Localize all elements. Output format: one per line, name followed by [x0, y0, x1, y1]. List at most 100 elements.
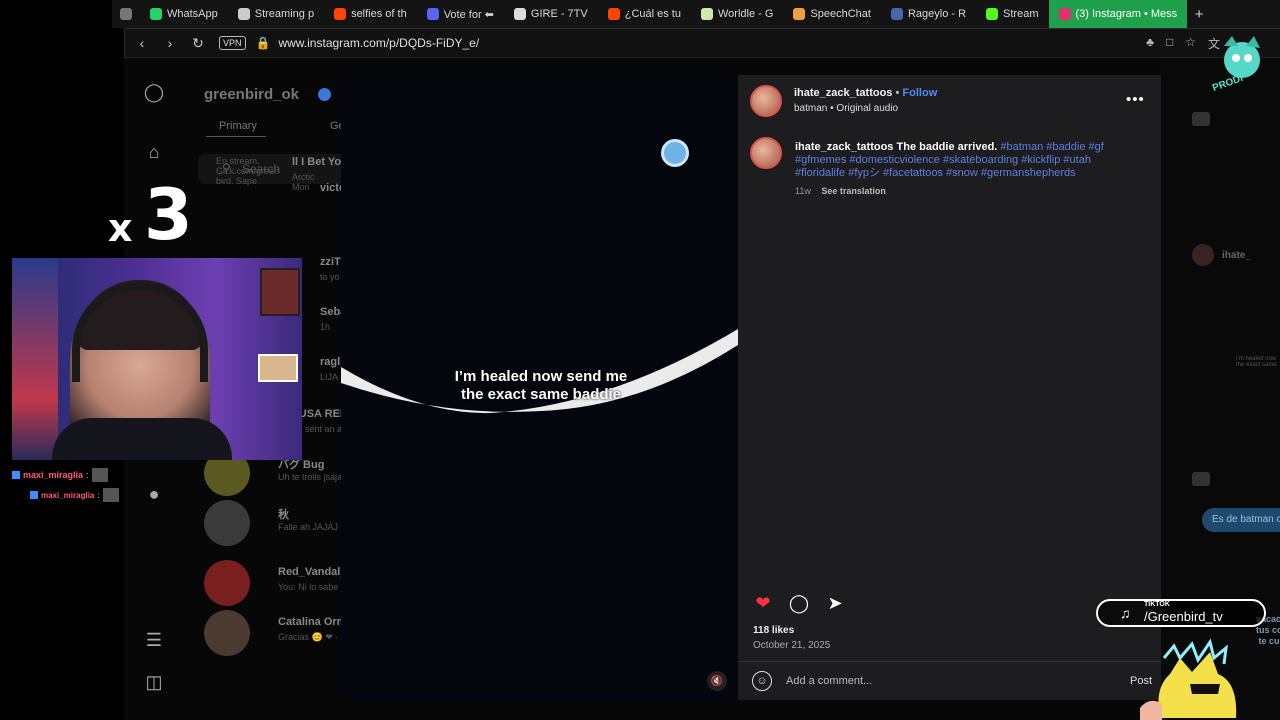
- dog-photo: [258, 354, 298, 382]
- tab-streamelements[interactable]: Streaming p: [228, 0, 324, 28]
- right-snippet: I'm healed now the exact same: [1236, 356, 1277, 368]
- author-username[interactable]: ihate_zack_tattoos: [794, 87, 892, 99]
- counter-x: x: [108, 206, 133, 250]
- ambient-light: [12, 258, 58, 460]
- screen: WhatsApp Streaming p selfies of th Vote for…: [0, 0, 1280, 720]
- right-username: ihate_: [1222, 250, 1251, 261]
- reload-icon[interactable]: ↻: [187, 32, 209, 54]
- reddit-icon: [607, 8, 620, 20]
- emoji-icon[interactable]: ☺: [752, 671, 772, 691]
- post-date: October 21, 2025: [753, 640, 831, 651]
- likes-count[interactable]: 118 likes: [753, 625, 794, 636]
- see-translation-link[interactable]: See translation: [821, 186, 886, 196]
- new-tab-button[interactable]: +: [1187, 0, 1211, 28]
- tab-label: (3) Instagram • Mess: [1075, 8, 1178, 20]
- chat-username: maxi_miraglia: [23, 470, 84, 480]
- speechchat-icon: [793, 8, 806, 20]
- mascot-bottom-right: [1140, 638, 1237, 720]
- tab-instagram[interactable]: (3) Instagram • Mess: [1048, 0, 1188, 28]
- share-icon[interactable]: ➤: [824, 592, 846, 614]
- address-bar[interactable]: 🔒 www.instagram.com/p/DQDs-FiDY_e/: [256, 36, 480, 50]
- mascot-spikes: [1162, 638, 1228, 665]
- post-modal: I’m healed now send me the exact same ba…: [341, 75, 1161, 700]
- avatar: [204, 560, 250, 606]
- post-actions: ❤ ◯ ➤: [752, 592, 846, 614]
- chat-sep: :: [86, 470, 89, 480]
- dm-row[interactable]: Catalina Ormae Gracias 😊 ❤ · 4h: [140, 610, 359, 658]
- follow-button[interactable]: Follow: [902, 87, 937, 99]
- dm-snippet: 1h: [320, 322, 331, 332]
- screenshot-icon[interactable]: □: [1166, 35, 1173, 52]
- reddit-icon: [334, 8, 347, 20]
- audio-label[interactable]: batman • Original audio: [794, 103, 898, 114]
- more-apps-icon[interactable]: ◫: [142, 672, 166, 696]
- caption-avatar[interactable]: [750, 137, 782, 169]
- back-icon[interactable]: ‹: [131, 32, 153, 54]
- tab-globe[interactable]: Worldle - G: [691, 0, 783, 28]
- mascot-head: [1224, 42, 1260, 78]
- tab-speechchat[interactable]: SpeechChat: [783, 0, 881, 28]
- browser-tab-bar: WhatsApp Streaming p selfies of th Vote for…: [112, 0, 1280, 28]
- tab-reddit[interactable]: ¿Cuál es tu: [598, 0, 691, 28]
- dm-name: 秋: [278, 509, 289, 521]
- caption-meta: 11w See translation: [795, 186, 894, 196]
- tiktok-label: TIKTOK: [1144, 601, 1170, 608]
- mute-icon[interactable]: 🔇: [707, 671, 727, 691]
- comment-icon[interactable]: ◯: [788, 592, 810, 614]
- dm-username[interactable]: greenbird_ok: [204, 86, 299, 103]
- like-heart-icon[interactable]: ❤: [752, 592, 774, 614]
- caption-age: 11w: [795, 186, 811, 196]
- chat-username: maxi_miraglia: [41, 490, 95, 500]
- caption-username[interactable]: ihate_zack_tattoos: [795, 141, 893, 153]
- post-caption: ihate_zack_tattoos The baddie arrived. #…: [795, 141, 1135, 180]
- tab-avatar[interactable]: Rageylo - R: [881, 0, 976, 28]
- mascot-glasses: [1190, 684, 1220, 694]
- tab-reddit[interactable]: selfies of th: [324, 0, 417, 28]
- tab-label: Worldle - G: [717, 8, 774, 20]
- pin-icon[interactable]: ♣: [1146, 35, 1154, 52]
- tab-vote[interactable]: Vote for ⬅: [417, 0, 504, 28]
- globe-icon: [700, 8, 713, 20]
- tab-label: GIRE - 7TV: [530, 8, 588, 20]
- url-text: www.instagram.com/p/DQDs-FiDY_e/: [278, 36, 480, 50]
- tiktok-badge: ♫ TIKTOK /Greenbird_tv: [1096, 599, 1266, 627]
- tab-label: selfies of th: [351, 8, 407, 20]
- browser-toolbar: ‹ › ↻ VPN 🔒 www.instagram.com/p/DQDs-FiD…: [124, 28, 1280, 58]
- comment-input[interactable]: Add a comment...: [786, 675, 872, 687]
- dm-snippet: to yo: [320, 272, 340, 282]
- video-caption-line-2: the exact same baddie: [460, 386, 622, 403]
- loading-icon: [661, 139, 689, 167]
- forward-icon[interactable]: ›: [159, 32, 181, 54]
- chat-line: maxi_miraglia :: [12, 468, 119, 482]
- dm-row[interactable]: 秋 Falle ah JAJAJ · 3: [140, 500, 351, 548]
- dm-snippet: Uh te trolls jsajaj ·: [278, 472, 350, 482]
- instagram-logo-icon[interactable]: ◯: [142, 82, 166, 106]
- vpn-badge[interactable]: VPN: [219, 36, 246, 50]
- dm-row[interactable]: Red_Vandal_Art You: Ni lo sabe ju: [140, 560, 362, 608]
- counter-number: 3: [144, 174, 193, 256]
- tab-whatsapp[interactable]: WhatsApp: [140, 0, 228, 28]
- more-options-icon[interactable]: •••: [1126, 91, 1145, 108]
- tab-kick[interactable]: Stream: [976, 0, 1048, 28]
- lock-icon: 🔒: [255, 36, 271, 50]
- window-icon: [120, 8, 132, 20]
- video-icon[interactable]: [1192, 112, 1210, 126]
- tab-window[interactable]: [112, 0, 140, 28]
- bookmark-icon[interactable]: ☆: [1185, 35, 1196, 52]
- message-bubble: Es de batman ofici: [1202, 508, 1280, 532]
- video-icon-2[interactable]: [1192, 472, 1210, 486]
- stream-chat: maxi_miraglia : maxi_miraglia :: [12, 468, 119, 508]
- verified-icon: [318, 88, 331, 101]
- dm-snippet: Gracias 😊 ❤ · 4h: [278, 632, 351, 642]
- video-caption-line-1: I’m healed now send me: [454, 368, 628, 385]
- emote-icon: [91, 468, 108, 482]
- author-avatar[interactable]: [750, 85, 782, 117]
- mascot-hand: [1140, 700, 1162, 720]
- tab-7tv[interactable]: GIRE - 7TV: [504, 0, 598, 28]
- dm-name: ll I Bet You: [292, 156, 348, 168]
- wall-frame: [260, 268, 300, 316]
- tab-label: SpeechChat: [810, 8, 871, 20]
- tab-primary[interactable]: Primary: [219, 120, 257, 132]
- reel-video[interactable]: I’m healed now send me the exact same ba…: [341, 75, 738, 700]
- dm-snippet: You: Ni lo sabe ju: [278, 582, 348, 592]
